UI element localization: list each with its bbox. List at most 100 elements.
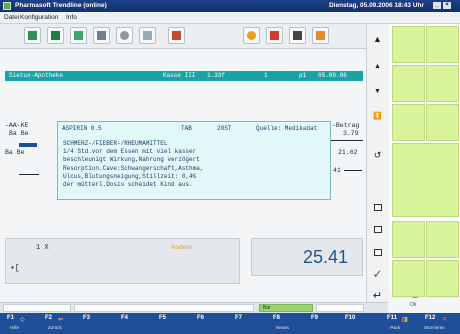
keypad-button-9[interactable] xyxy=(392,260,425,297)
drug-info-popup: ASPIRIN 0.5 TAB 20ST Quelle: Medikadat S… xyxy=(57,121,331,200)
f6-key: F6 xyxy=(197,315,205,321)
status-bar: Bar xyxy=(0,302,388,313)
doctor-button[interactable] xyxy=(70,27,87,44)
exit-icon xyxy=(172,31,181,40)
list-item[interactable]: Ba Be xyxy=(9,130,29,137)
f5-button[interactable]: F5 xyxy=(152,314,192,333)
chevron-up-icon[interactable]: ▲ xyxy=(369,30,386,48)
f11-label: Pack xyxy=(390,325,401,330)
menu-datei[interactable]: Datei xyxy=(4,14,19,21)
f4-key: F4 xyxy=(121,315,129,321)
total-amount: 25.41 xyxy=(302,247,348,267)
f2-key: F2 xyxy=(45,315,53,321)
ok-button[interactable]: Ok xyxy=(392,143,459,308)
menu-info[interactable]: Info xyxy=(66,14,77,21)
gear-icon xyxy=(247,31,256,40)
pharmacy-card-button[interactable] xyxy=(24,27,41,44)
function-key-bar: F1 ◇ Hilfe F2 ⇦ Zurück F3 F4 F5 F6 F7 F8 Neue… xyxy=(0,313,460,334)
gear-button[interactable] xyxy=(243,27,260,44)
payment-mode-label: Bar xyxy=(263,305,271,311)
receipt-header: Sietux-Apotheke Kasse III 1.33f 1 p1 05.… xyxy=(5,71,363,81)
f6-button[interactable]: F6 xyxy=(190,314,230,333)
f1-button[interactable]: F1 ◇ Hilfe xyxy=(0,314,40,333)
f3-key: F3 xyxy=(83,315,91,321)
f11-key: F11 xyxy=(387,315,398,321)
customer-button[interactable] xyxy=(47,27,64,44)
selection-marker xyxy=(19,143,37,147)
f7-key: F7 xyxy=(235,315,243,321)
register-code: 1.33f xyxy=(207,72,226,79)
separator-line xyxy=(331,140,363,141)
menu-konfiguration[interactable]: Konfiguration xyxy=(20,14,58,21)
column-header-betrag: -Betrag xyxy=(332,122,360,129)
register-button[interactable] xyxy=(93,27,110,44)
change-button[interactable]: Ändern xyxy=(171,244,192,251)
pharmacy-name: Sietux-Apotheke xyxy=(9,72,64,79)
exit-button[interactable] xyxy=(168,27,185,44)
datetime: Dienstag, 05.09.2006 18:43 Uhr xyxy=(328,2,424,9)
camera-button[interactable] xyxy=(289,27,306,44)
keypad-button-3[interactable] xyxy=(392,65,425,102)
pharmacy-card-icon xyxy=(28,31,37,40)
keypad-button-4[interactable] xyxy=(426,65,459,102)
f10-button[interactable]: F10 xyxy=(338,314,378,333)
f7-button[interactable]: F7 xyxy=(228,314,268,333)
slot-label: p1 xyxy=(299,72,307,79)
f11-button[interactable]: F11 ◨ Pack xyxy=(380,314,420,333)
back-icon: ⇦ xyxy=(58,317,64,323)
f8-button[interactable]: F8 Neues xyxy=(266,314,306,333)
minimize-icon[interactable]: _ xyxy=(433,2,441,9)
amount-value: 41 xyxy=(333,167,341,174)
drug-warning-text: SCHMERZ-/FIEBER-/RHEUMAMITTEL 1/4 Std.vo… xyxy=(63,140,204,189)
f2-button[interactable]: F2 ⇦ Zurück xyxy=(38,314,78,333)
total-panel: 25.41 xyxy=(251,238,363,276)
status-field-4 xyxy=(316,304,364,312)
scroll-up-icon[interactable]: ▲ xyxy=(369,57,386,75)
close-icon[interactable]: × xyxy=(443,2,451,9)
menu-bar: Datei Konfiguration Info xyxy=(0,12,460,24)
f3-button[interactable]: F3 xyxy=(76,314,116,333)
separator-line xyxy=(344,170,362,171)
list-icon[interactable] xyxy=(369,220,386,238)
f4-button[interactable]: F4 xyxy=(114,314,154,333)
title-bar: Pharmasoft Trendline (online) Dienstag, … xyxy=(0,0,460,12)
pos-window: Pharmasoft Trendline (online) Dienstag, … xyxy=(0,0,460,334)
f12-key: F12 xyxy=(425,315,436,321)
calendar-icon[interactable] xyxy=(369,243,386,261)
settings-icon xyxy=(120,31,129,40)
f10-key: F10 xyxy=(345,315,356,321)
undo-icon[interactable]: ↺ xyxy=(369,146,386,164)
page-down-icon[interactable]: ⏬ xyxy=(369,107,386,125)
window-button[interactable] xyxy=(139,27,156,44)
f5-key: F5 xyxy=(159,315,167,321)
cross-button[interactable] xyxy=(266,27,283,44)
entry-input[interactable]: ▪[ xyxy=(10,264,20,273)
drug-form: TAB xyxy=(181,125,192,132)
amount-value: 21.62 xyxy=(338,149,358,156)
app-icon xyxy=(3,2,11,10)
keypad-button-2[interactable] xyxy=(426,26,459,63)
f2-label: Zurück xyxy=(48,325,62,330)
f1-key: F1 xyxy=(7,315,15,321)
arrow-left-button[interactable] xyxy=(312,27,329,44)
f1-label: Hilfe xyxy=(10,325,20,330)
f8-key: F8 xyxy=(273,315,281,321)
keypad-button-5[interactable] xyxy=(392,104,425,141)
payment-mode-badge: Bar xyxy=(259,304,313,312)
checkmark-icon[interactable]: ✓ xyxy=(369,265,386,283)
keypad-button-8[interactable] xyxy=(426,221,459,258)
pack-icon: ◨ xyxy=(402,317,408,323)
drug-name: ASPIRIN 0.5 xyxy=(62,125,102,132)
settings-button[interactable] xyxy=(116,27,133,44)
document-icon[interactable] xyxy=(369,198,386,216)
keypad-button-10[interactable] xyxy=(426,260,459,297)
drug-quantity: 20ST xyxy=(217,125,232,132)
keypad-button-6[interactable] xyxy=(426,104,459,141)
user-number: 1 xyxy=(264,72,268,79)
camera-icon xyxy=(293,31,302,40)
scroll-down-icon[interactable]: ▼ xyxy=(369,82,386,100)
keypad-button-1[interactable] xyxy=(392,26,425,63)
keypad-button-7[interactable] xyxy=(392,221,425,258)
list-item[interactable]: Ba Be xyxy=(5,149,25,156)
f12-button[interactable]: F12 ✕ Stornieren xyxy=(418,314,458,333)
